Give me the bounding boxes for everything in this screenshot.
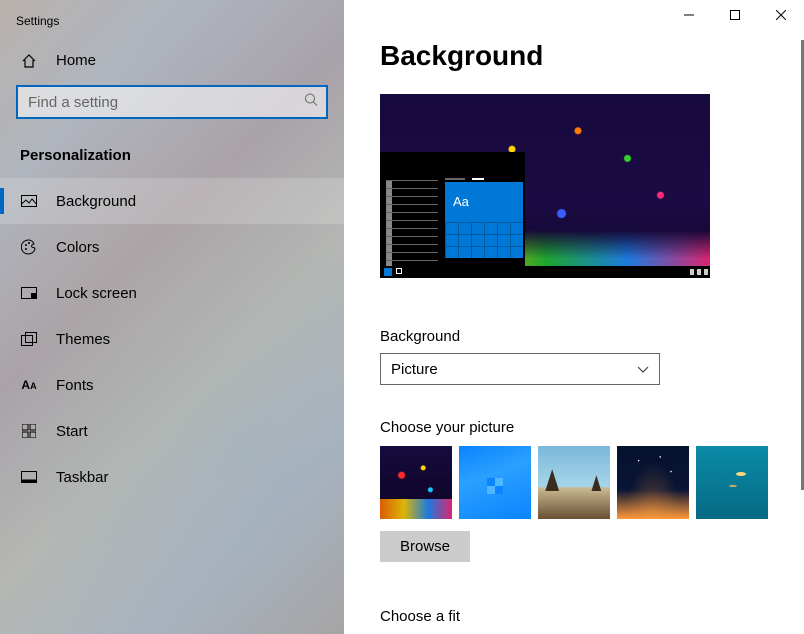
start-icon <box>20 424 38 438</box>
image-icon <box>20 195 38 207</box>
background-field: Background Picture <box>380 328 768 385</box>
background-dropdown-value: Picture <box>391 361 438 378</box>
sidebar-item-label: Background <box>56 193 136 210</box>
sidebar-item-taskbar[interactable]: Taskbar <box>0 454 344 500</box>
settings-window: Settings Home Personalization Background <box>0 0 804 634</box>
themes-icon <box>20 332 38 346</box>
close-button[interactable] <box>758 0 804 30</box>
sidebar-item-colors[interactable]: Colors <box>0 224 344 270</box>
minimize-icon <box>684 10 694 20</box>
choose-picture-label: Choose your picture <box>380 419 768 436</box>
fonts-icon: AA <box>20 378 38 392</box>
page-title: Background <box>380 40 768 72</box>
maximize-button[interactable] <box>712 0 758 30</box>
picture-thumb-2[interactable] <box>538 446 610 519</box>
background-preview: Aa <box>380 94 710 278</box>
home-link[interactable]: Home <box>0 42 344 79</box>
home-icon <box>20 53 38 69</box>
sidebar-item-background[interactable]: Background <box>0 178 344 224</box>
preview-start-overlay: Aa <box>380 152 525 278</box>
choose-picture-section: Choose your picture Browse <box>380 419 768 562</box>
sidebar-item-label: Colors <box>56 239 99 256</box>
sidebar-item-label: Start <box>56 423 88 440</box>
sidebar-item-lock-screen[interactable]: Lock screen <box>0 270 344 316</box>
sidebar: Settings Home Personalization Background <box>0 0 344 634</box>
browse-button[interactable]: Browse <box>380 531 470 562</box>
sidebar-item-label: Themes <box>56 331 110 348</box>
sidebar-item-label: Lock screen <box>56 285 137 302</box>
palette-icon <box>20 239 38 255</box>
sidebar-item-themes[interactable]: Themes <box>0 316 344 362</box>
titlebar-controls <box>666 0 804 30</box>
home-label: Home <box>56 52 96 69</box>
window-title: Settings <box>0 6 344 42</box>
sidebar-item-fonts[interactable]: AA Fonts <box>0 362 344 408</box>
sidebar-item-label: Taskbar <box>56 469 109 486</box>
background-dropdown-label: Background <box>380 328 768 345</box>
picture-thumb-0[interactable] <box>380 446 452 519</box>
picture-thumb-3[interactable] <box>617 446 689 519</box>
picture-thumb-1[interactable] <box>459 446 531 519</box>
background-dropdown[interactable]: Picture <box>380 353 660 385</box>
taskbar-icon <box>20 471 38 483</box>
content-pane[interactable]: Background Aa Background Picture <box>344 0 804 634</box>
choose-fit-section: Choose a fit <box>380 608 768 625</box>
sidebar-item-label: Fonts <box>56 377 94 394</box>
close-icon <box>776 10 786 20</box>
search-container <box>0 85 344 119</box>
choose-fit-label: Choose a fit <box>380 608 768 625</box>
picture-thumb-4[interactable] <box>696 446 768 519</box>
search-icon <box>304 93 318 112</box>
lock-screen-icon <box>20 287 38 299</box>
section-header: Personalization <box>0 137 344 178</box>
search-input[interactable] <box>16 85 328 119</box>
chevron-down-icon <box>637 361 649 378</box>
minimize-button[interactable] <box>666 0 712 30</box>
picture-thumbnails <box>380 446 768 519</box>
preview-sample-text: Aa <box>453 194 469 209</box>
sidebar-item-start[interactable]: Start <box>0 408 344 454</box>
maximize-icon <box>730 10 740 20</box>
